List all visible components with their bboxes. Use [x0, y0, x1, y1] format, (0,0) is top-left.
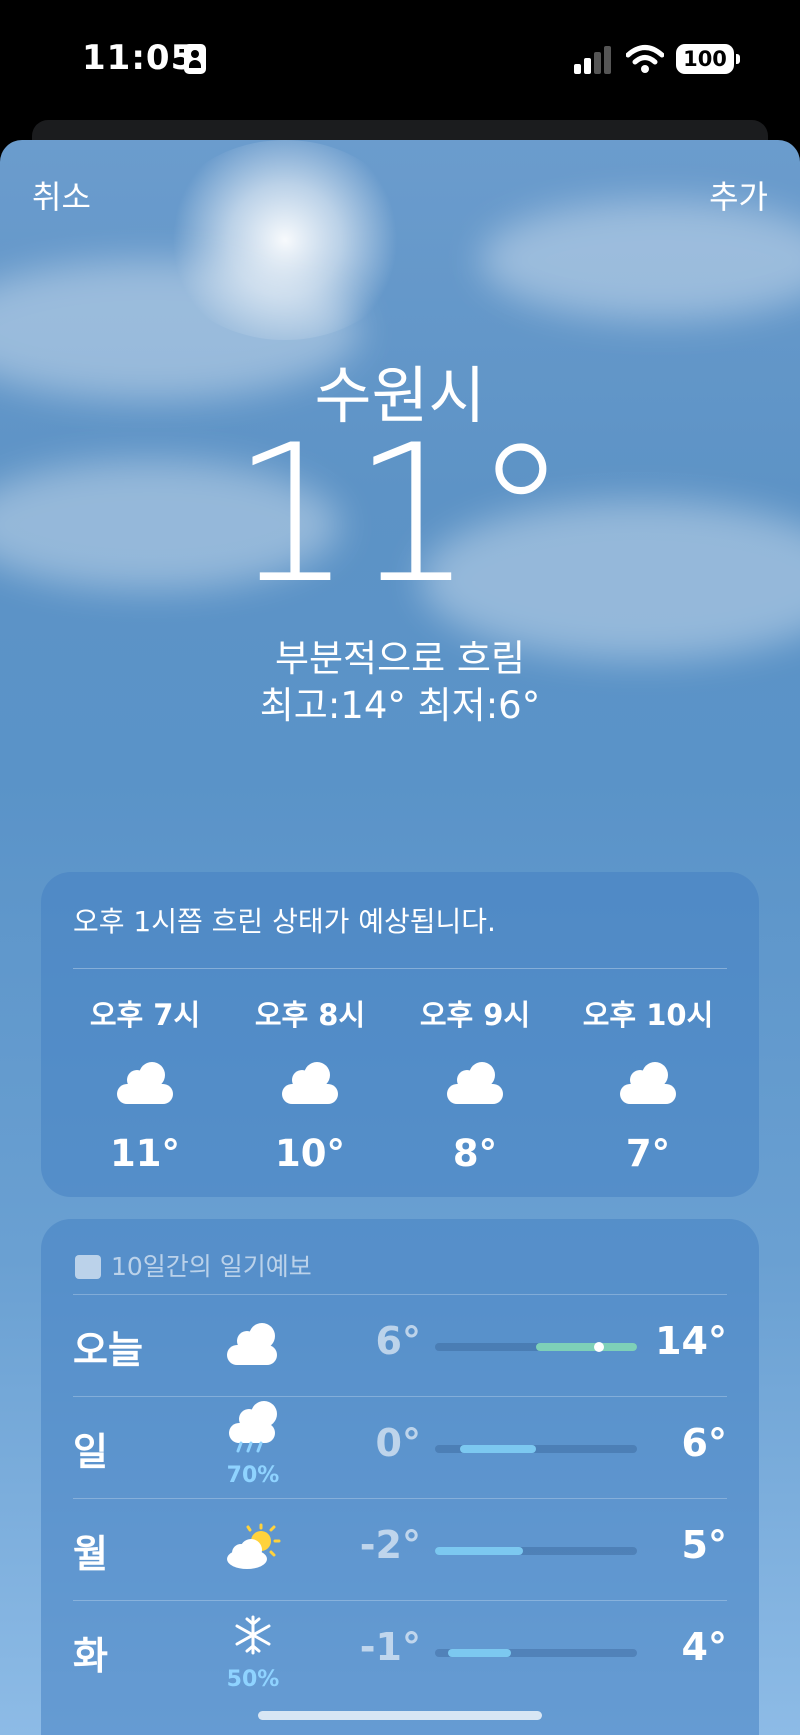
forecast-row[interactable]: 화 50% -1° 4° [73, 1600, 727, 1702]
ten-day-forecast-card[interactable]: 10일간의 일기예보 오늘 6° 14° 일 70% 0° 6° 월 -2° 5… [41, 1219, 759, 1735]
weather-preview-sheet: 취소 추가 수원시 11° 부분적으로 흐림 최고:14° 최저:6° 오후 1… [0, 140, 800, 1735]
cloud-icon [447, 1062, 503, 1104]
ten-day-title: 10일간의 일기예보 [75, 1247, 312, 1283]
hourly-forecast-card[interactable]: 오후 1시쯤 흐린 상태가 예상됩니다. 오후 7시 11° 오후 8시 10°… [41, 872, 759, 1197]
cloud-icon [223, 1319, 283, 1369]
hour-temperature: 7° [625, 1132, 671, 1175]
forecast-row[interactable]: 월 -2° 5° [73, 1498, 727, 1600]
cancel-button[interactable]: 취소 [32, 172, 91, 218]
day-name: 화 [73, 1634, 108, 1678]
sun-cloud-icon [223, 1523, 283, 1573]
cloud-icon [620, 1062, 676, 1104]
temperature-range-bar [435, 1445, 637, 1453]
battery-icon: 100 [676, 44, 740, 74]
hour-temperature: 8° [452, 1132, 498, 1175]
day-name: 오늘 [73, 1328, 143, 1372]
hour-label: 오후 9시 [419, 998, 531, 1032]
low-temperature: 0° [375, 1421, 421, 1465]
low-temperature: 6° [375, 1319, 421, 1363]
cloud-rain-icon [223, 1401, 283, 1461]
temperature-range-bar [435, 1547, 637, 1555]
high-temperature: 14° [655, 1319, 727, 1363]
hour-item: 오후 8시 10° [230, 992, 390, 1175]
day-name: 월 [73, 1532, 108, 1576]
temperature-range-bar [435, 1649, 637, 1657]
signal-icon [574, 46, 614, 74]
temperature-range-fill [435, 1547, 524, 1555]
forecast-row[interactable]: 오늘 6° 14° [73, 1294, 727, 1396]
hour-label: 오후 7시 [89, 998, 201, 1032]
hour-item: 오후 7시 11° [65, 992, 225, 1175]
hour-label: 오후 8시 [254, 998, 366, 1032]
snowflake-icon [223, 1613, 283, 1663]
hour-temperature: 11° [110, 1132, 180, 1175]
focus-icon [184, 44, 206, 74]
hour-label: 오후 10시 [582, 998, 714, 1032]
day-name: 일 [73, 1430, 108, 1474]
home-indicator[interactable] [258, 1711, 542, 1720]
temperature-range-fill [536, 1343, 637, 1351]
status-time: 11:05 [82, 38, 196, 78]
high-temperature: 4° [681, 1625, 727, 1669]
high-low-temperature: 최고:14° 최저:6° [259, 684, 541, 727]
hour-item: 오후 10시 7° [568, 992, 728, 1175]
weather-condition: 부분적으로 흐림 [274, 637, 526, 680]
background-cloud [480, 200, 800, 320]
divider [73, 968, 727, 969]
cloud-icon [282, 1062, 338, 1104]
cloud-icon [117, 1062, 173, 1104]
forecast-row[interactable]: 일 70% 0° 6° [73, 1396, 727, 1498]
temperature-range-fill [447, 1649, 511, 1657]
low-temperature: -1° [359, 1625, 421, 1669]
calendar-icon [75, 1255, 101, 1279]
wifi-icon [626, 45, 664, 73]
precip-chance: 50% [226, 1667, 280, 1692]
hour-item: 오후 9시 8° [395, 992, 555, 1175]
current-temperature: 11° [231, 404, 569, 625]
temperature-range-fill [460, 1445, 536, 1453]
ten-day-title-text: 10일간의 일기예보 [111, 1252, 312, 1281]
status-bar: 11:05 100 [0, 0, 800, 120]
temperature-range-bar [435, 1342, 637, 1352]
hour-temperature: 10° [275, 1132, 345, 1175]
add-button[interactable]: 추가 [709, 172, 768, 218]
hourly-summary: 오후 1시쯤 흐린 상태가 예상됩니다. [73, 905, 496, 938]
precip-chance: 70% [226, 1463, 280, 1488]
high-temperature: 6° [681, 1421, 727, 1465]
low-temperature: -2° [359, 1523, 421, 1567]
high-temperature: 5° [681, 1523, 727, 1567]
